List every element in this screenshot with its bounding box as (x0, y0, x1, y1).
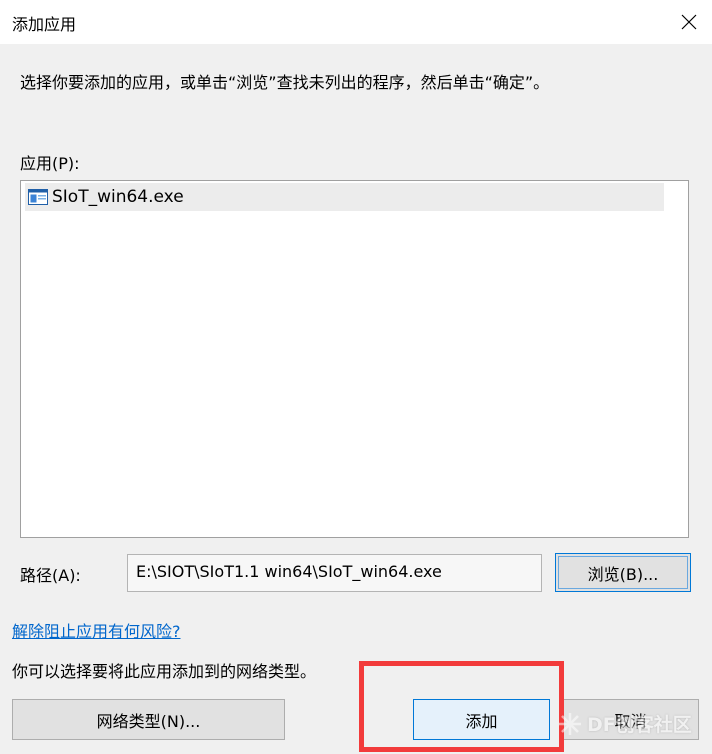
title-bar: 添加应用 (0, 0, 712, 44)
browse-label: 浏览(B)... (587, 564, 659, 584)
cancel-label: 取消 (614, 711, 647, 731)
list-item[interactable]: SIoT_win64.exe (25, 183, 664, 211)
risk-link[interactable]: 解除阻止应用有何风险? (12, 618, 181, 642)
add-label: 添加 (465, 711, 498, 731)
apps-list[interactable]: SIoT_win64.exe (20, 180, 689, 538)
apps-label: 应用(P): (20, 154, 80, 173)
path-label: 路径(A): (20, 566, 81, 585)
path-input[interactable]: E:\SIOT\SIoT1.1 win64\SIoT_win64.exe (127, 554, 542, 592)
instruction-text: 选择你要添加的应用，或单击“浏览”查找未列出的程序，然后单击“确定”。 (20, 73, 550, 92)
network-types-label: 网络类型(N)... (96, 711, 201, 731)
browse-button[interactable]: 浏览(B)... (555, 553, 691, 592)
network-types-button[interactable]: 网络类型(N)... (12, 699, 285, 740)
close-button[interactable] (666, 0, 712, 44)
add-button[interactable]: 添加 (413, 699, 550, 740)
close-icon (681, 14, 697, 30)
cancel-button[interactable]: 取消 (562, 699, 699, 740)
window-title: 添加应用 (12, 15, 77, 34)
application-icon (28, 189, 48, 205)
network-hint: 你可以选择要将此应用添加到的网络类型。 (12, 662, 317, 681)
app-name: SIoT_win64.exe (52, 187, 184, 207)
